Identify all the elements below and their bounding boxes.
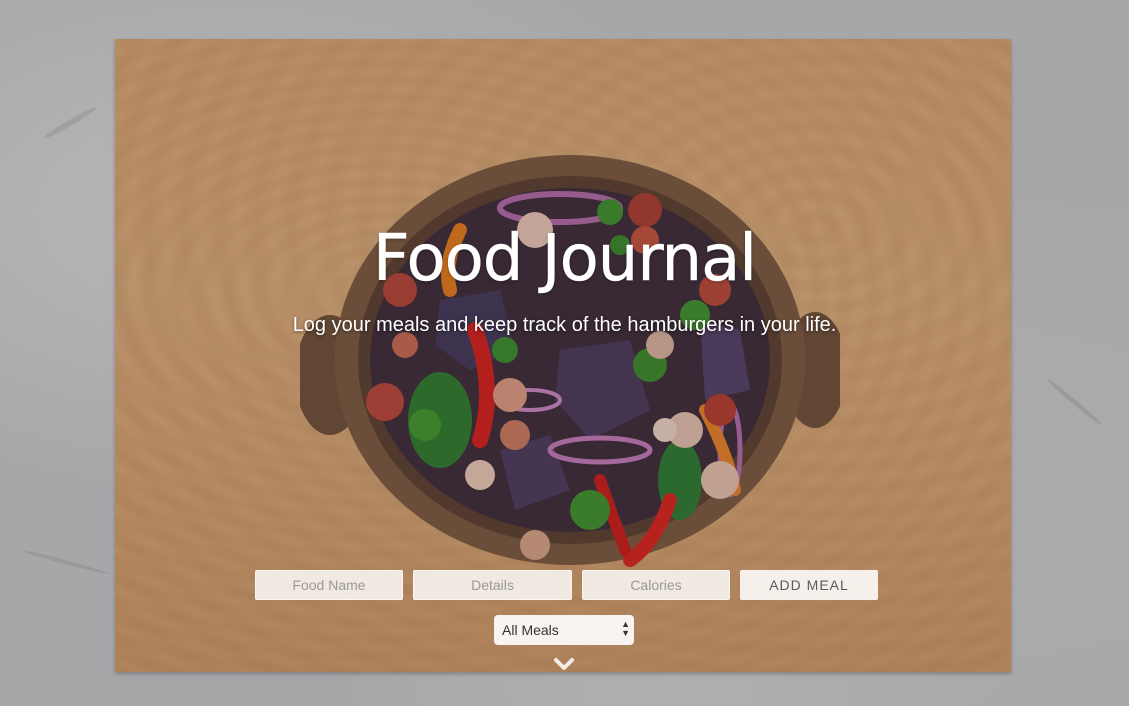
details-textarea[interactable] — [413, 570, 572, 600]
add-meal-button[interactable]: ADD MEAL — [740, 570, 878, 600]
dark-overlay — [0, 0, 1129, 706]
page-subtitle: Log your meals and keep track of the ham… — [292, 314, 837, 336]
meal-filter-selected: All Meals — [502, 622, 559, 638]
page-title: Food Journal — [372, 222, 758, 297]
food-name-input[interactable] — [255, 570, 403, 600]
meal-filter-select[interactable]: All Meals ▲ ▼ — [494, 615, 634, 645]
chevron-down-icon[interactable] — [553, 656, 575, 672]
calories-input[interactable] — [582, 570, 730, 600]
select-arrows-icon: ▲ ▼ — [621, 619, 630, 638]
